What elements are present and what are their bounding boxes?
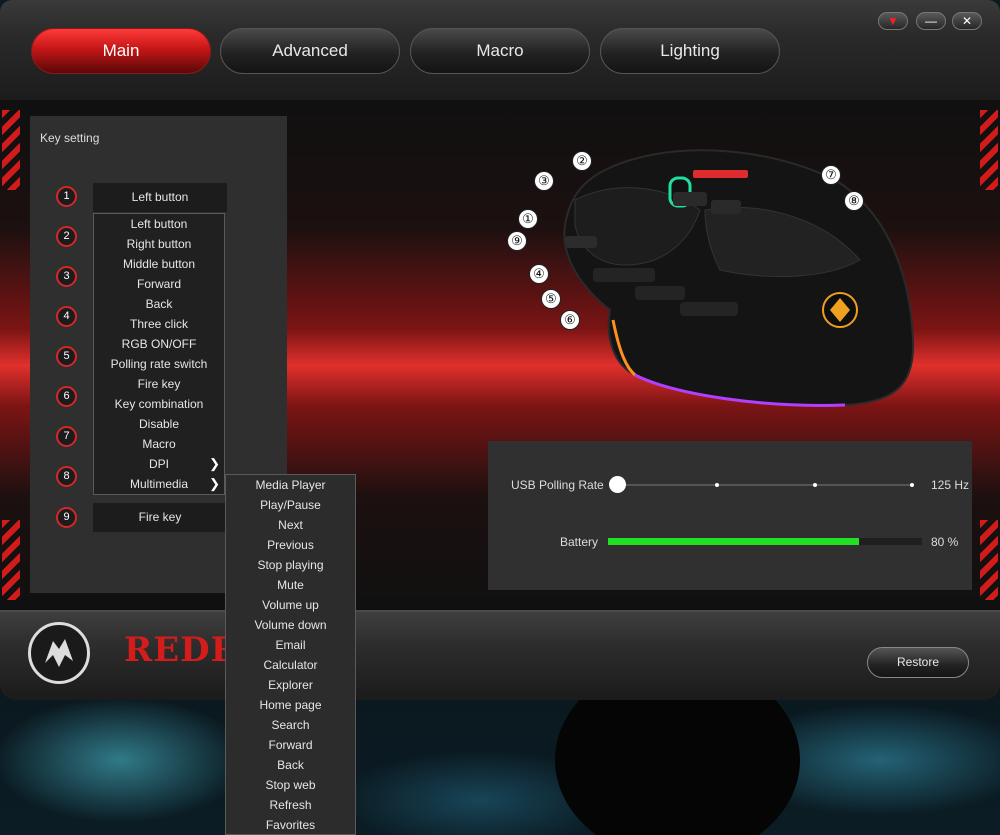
dropdown-item-multimedia[interactable]: Multimedia ❯ bbox=[94, 474, 224, 494]
submenu-item[interactable]: Stop web bbox=[226, 775, 355, 795]
dropdown-item[interactable]: Key combination bbox=[94, 394, 224, 414]
key-number-2: 2 bbox=[56, 226, 77, 247]
key-slot-9[interactable]: Fire key bbox=[93, 503, 227, 532]
redragon-logo-icon bbox=[28, 622, 90, 684]
callout-4: ④ bbox=[529, 264, 549, 284]
dropdown-item[interactable]: Forward bbox=[94, 274, 224, 294]
battery-bar bbox=[608, 538, 922, 545]
dropdown-item[interactable]: Back bbox=[94, 294, 224, 314]
dropdown-item[interactable]: Fire key bbox=[94, 374, 224, 394]
polling-rate-tick bbox=[715, 483, 719, 487]
callout-8: ⑧ bbox=[844, 191, 864, 211]
dropdown-item[interactable]: Three click bbox=[94, 314, 224, 334]
key-number-7: 7 bbox=[56, 426, 77, 447]
chevron-right-icon: ❯ bbox=[209, 456, 220, 471]
restore-button[interactable]: Restore bbox=[867, 647, 969, 678]
left-accent-stripe bbox=[2, 520, 20, 600]
polling-rate-slider-handle[interactable] bbox=[609, 476, 626, 493]
callout-7: ⑦ bbox=[821, 165, 841, 185]
dropdown-item[interactable]: RGB ON/OFF bbox=[94, 334, 224, 354]
submenu-item[interactable]: Favorites bbox=[226, 815, 355, 835]
mouse-image bbox=[563, 149, 915, 407]
key-number-1: 1 bbox=[56, 186, 77, 207]
submenu-item[interactable]: Mute bbox=[226, 575, 355, 595]
app-window: ▼ — ✕ Main Advanced Macro Lighting Key s… bbox=[0, 0, 1000, 700]
tab-main[interactable]: Main bbox=[31, 28, 211, 74]
menu-dropdown-button[interactable]: ▼ bbox=[878, 12, 908, 30]
polling-rate-track[interactable] bbox=[616, 484, 912, 486]
tab-macro[interactable]: Macro bbox=[410, 28, 590, 74]
callout-9: ⑨ bbox=[507, 231, 527, 251]
key-function-dropdown: Left button Right button Middle button F… bbox=[93, 213, 225, 495]
right-accent-stripe bbox=[980, 110, 998, 190]
battery-label: Battery bbox=[560, 535, 599, 549]
device-settings-panel bbox=[488, 441, 972, 590]
polling-rate-label: USB Polling Rate bbox=[511, 478, 604, 492]
submenu-item[interactable]: Media Player bbox=[226, 475, 355, 495]
submenu-item[interactable]: Play/Pause bbox=[226, 495, 355, 515]
dropdown-item[interactable]: Polling rate switch bbox=[94, 354, 224, 374]
key-slot-1[interactable]: Left button bbox=[93, 183, 227, 212]
submenu-item[interactable]: Search bbox=[226, 715, 355, 735]
submenu-item[interactable]: Calculator bbox=[226, 655, 355, 675]
brand-wordmark: REDRAGON bbox=[124, 630, 228, 670]
key-number-6: 6 bbox=[56, 386, 77, 407]
battery-bar-fill bbox=[608, 538, 860, 545]
multimedia-submenu: Media Player Play/Pause Next Previous St… bbox=[225, 474, 356, 835]
polling-rate-value: 125 Hz bbox=[931, 478, 970, 492]
dropdown-item[interactable]: Right button bbox=[94, 234, 224, 254]
submenu-item[interactable]: Volume down bbox=[226, 615, 355, 635]
battery-value: 80 % bbox=[931, 535, 959, 549]
submenu-item[interactable]: Explorer bbox=[226, 675, 355, 695]
polling-rate-tick bbox=[910, 483, 914, 487]
submenu-item[interactable]: Stop playing bbox=[226, 555, 355, 575]
close-button[interactable]: ✕ bbox=[952, 12, 982, 30]
callout-6: ⑥ bbox=[560, 310, 580, 330]
tab-lighting[interactable]: Lighting bbox=[600, 28, 780, 74]
submenu-item[interactable]: Previous bbox=[226, 535, 355, 555]
callout-1: ① bbox=[518, 209, 538, 229]
left-accent-stripe bbox=[2, 110, 20, 190]
polling-rate-tick bbox=[813, 483, 817, 487]
submenu-item[interactable]: Forward bbox=[226, 735, 355, 755]
key-number-5: 5 bbox=[56, 346, 77, 367]
submenu-item[interactable]: Back bbox=[226, 755, 355, 775]
right-accent-stripe bbox=[980, 520, 998, 600]
dropdown-item[interactable]: Middle button bbox=[94, 254, 224, 274]
dropdown-item[interactable]: Macro bbox=[94, 434, 224, 454]
dropdown-item[interactable]: Left button bbox=[94, 214, 224, 234]
key-setting-title: Key setting bbox=[40, 131, 100, 145]
submenu-item[interactable]: Home page bbox=[226, 695, 355, 715]
mouse-illustration bbox=[505, 140, 935, 420]
chevron-right-icon: ❯ bbox=[209, 476, 220, 491]
tab-advanced[interactable]: Advanced bbox=[220, 28, 400, 74]
submenu-item[interactable]: Email bbox=[226, 635, 355, 655]
key-number-3: 3 bbox=[56, 266, 77, 287]
submenu-item[interactable]: Refresh bbox=[226, 795, 355, 815]
key-number-8: 8 bbox=[56, 466, 77, 487]
minimize-button[interactable]: — bbox=[916, 12, 946, 30]
dropdown-item[interactable]: Disable bbox=[94, 414, 224, 434]
key-number-9: 9 bbox=[56, 507, 77, 528]
key-number-4: 4 bbox=[56, 306, 77, 327]
dropdown-item-dpi[interactable]: DPI ❯ bbox=[94, 454, 224, 474]
callout-5: ⑤ bbox=[541, 289, 561, 309]
submenu-item[interactable]: Next bbox=[226, 515, 355, 535]
submenu-item[interactable]: Volume up bbox=[226, 595, 355, 615]
callout-3: ③ bbox=[534, 171, 554, 191]
dropdown-item-label: DPI bbox=[148, 457, 169, 471]
callout-2: ② bbox=[572, 151, 592, 171]
dropdown-item-label: Multimedia bbox=[129, 477, 189, 491]
